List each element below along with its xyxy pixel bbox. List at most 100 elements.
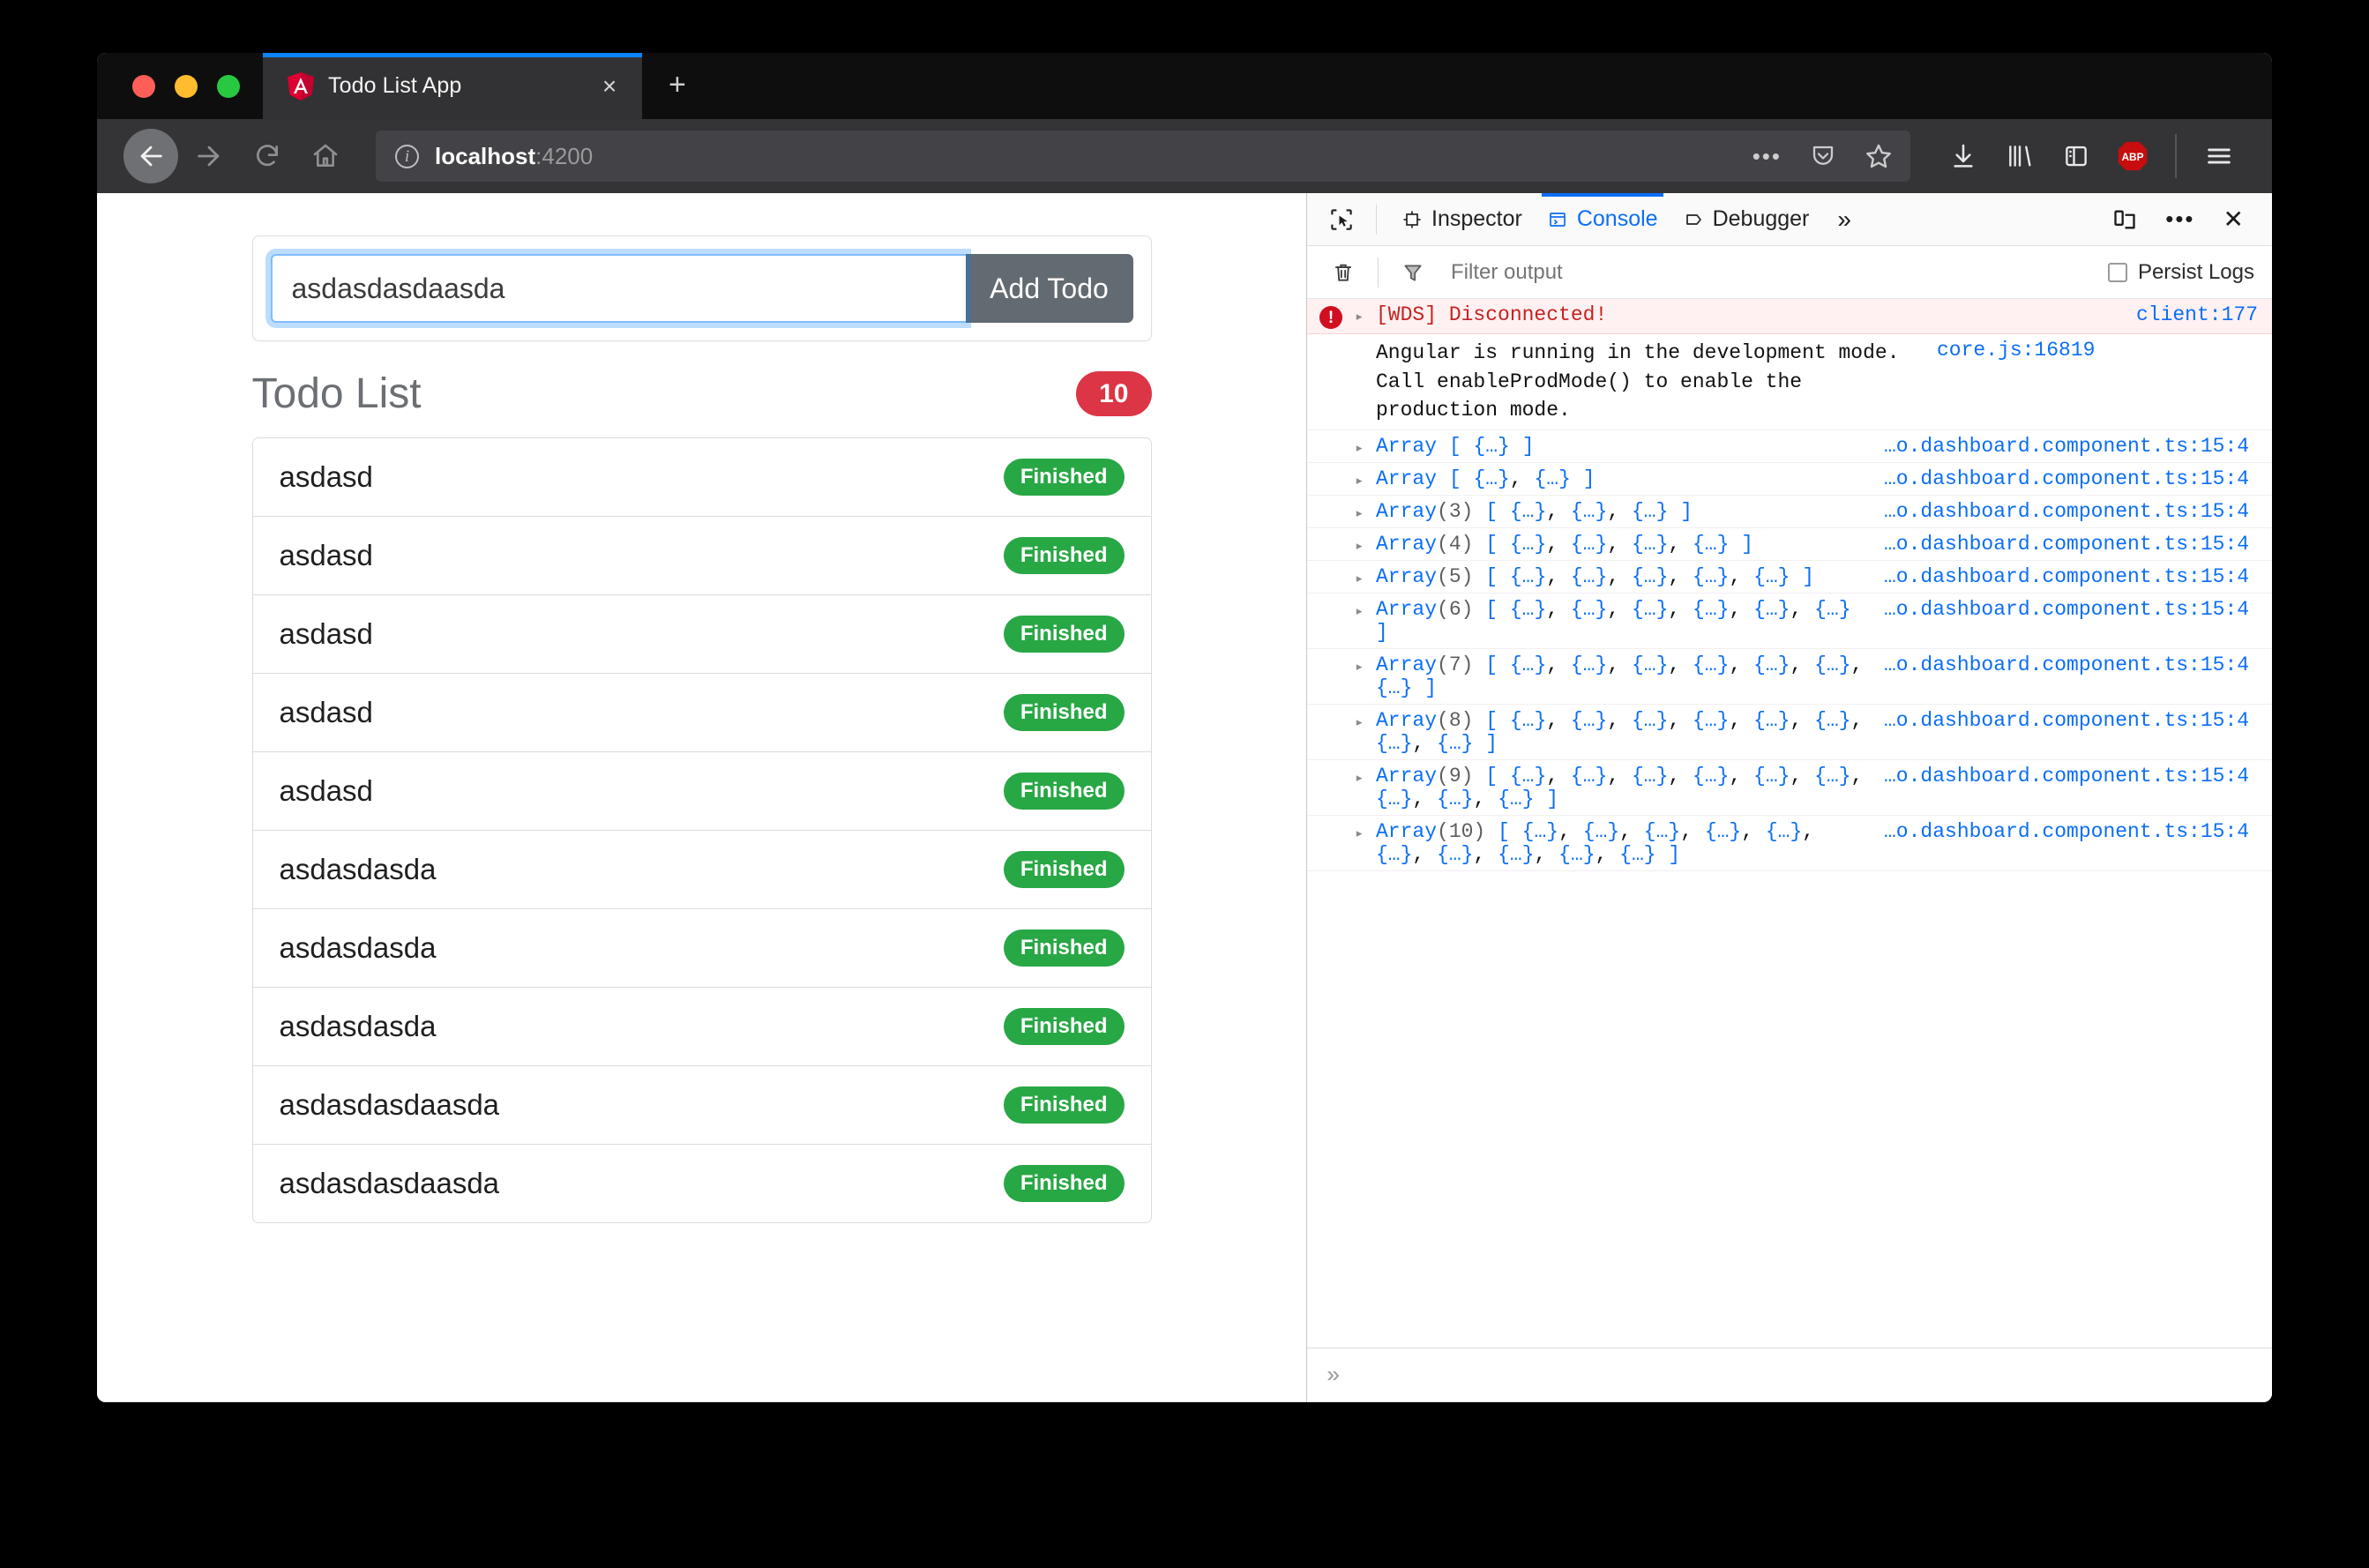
todo-list: asdasd Finished asdasd Finished asdasd Finish… [251,437,1152,1223]
back-arrow-icon[interactable] [123,129,178,183]
devtools-tab-console[interactable]: Console [1535,192,1670,246]
console-log-row[interactable]: ▸ Array(5) [ {…}, {…}, {…}, {…}, {…} ] …o.… [1307,561,2272,594]
maximize-window-button[interactable] [217,75,240,98]
expand-arrow-icon[interactable]: ▸ [1355,435,1376,458]
console-input-prompt[interactable]: » [1307,1348,2272,1402]
library-icon[interactable] [1993,142,2046,170]
star-icon[interactable] [1865,142,1893,170]
trash-icon[interactable] [1321,254,1365,291]
todo-item[interactable]: asdasdasda Finished [251,987,1152,1066]
console-log-source[interactable]: …o.dashboard.component.ts:15:4 [1870,709,2249,732]
element-picker-icon[interactable] [1319,201,1364,238]
console-log-row[interactable]: ▸ Array(10) [ {…}, {…}, {…}, {…}, {…}, {…… [1307,816,2272,871]
todo-status-badge: Finished [1003,1008,1125,1045]
adblock-plus-icon[interactable]: ABP [2106,139,2159,173]
console-log-row[interactable]: ! ▸ [WDS] Disconnected! client:177 [1307,299,2272,334]
todo-text-input[interactable] [270,254,966,323]
console-log-row[interactable]: ▸ Array(9) [ {…}, {…}, {…}, {…}, {…}, {…}… [1307,760,2272,816]
console-log-row[interactable]: ▸ Array(7) [ {…}, {…}, {…}, {…}, {…}, {…}… [1307,649,2272,705]
console-log-spacer [1355,339,1376,343]
console-log-source[interactable]: …o.dashboard.component.ts:15:4 [1870,435,2249,458]
more-tabs-icon[interactable]: » [1825,205,1864,234]
console-log-row[interactable]: ▸ Array(8) [ {…}, {…}, {…}, {…}, {…}, {…}… [1307,705,2272,760]
todo-item[interactable]: asdasd Finished [251,594,1152,674]
sidebar-icon[interactable] [2050,143,2103,169]
add-todo-button[interactable]: Add Todo [965,254,1133,323]
console-log-row[interactable]: ▸ Array [ {…} ] …o.dashboard.component.ts:… [1307,430,2272,463]
persist-logs-toggle[interactable]: Persist Logs [2107,260,2254,285]
expand-arrow-icon[interactable]: ▸ [1355,467,1376,490]
console-log-source[interactable]: …o.dashboard.component.ts:15:4 [1870,598,2249,621]
site-info-icon[interactable]: i [395,144,419,168]
console-log-gutter [1307,533,1355,535]
todo-item[interactable]: asdasdasda Finished [251,908,1152,988]
expand-arrow-icon[interactable]: ▸ [1355,500,1376,523]
todo-item[interactable]: asdasdasdaasda Finished [251,1065,1152,1145]
console-log-gutter [1307,709,1355,712]
todo-item[interactable]: asdasd Finished [251,437,1152,517]
close-tab-button[interactable]: × [596,73,623,99]
todo-item-text: asdasdasda [279,931,437,964]
debugger-icon [1683,209,1704,230]
console-log-row[interactable]: ▸ Array [ {…}, {…} ] …o.dashboard.componen… [1307,463,2272,496]
expand-arrow-icon[interactable]: ▸ [1355,709,1376,732]
todo-item[interactable]: asdasd Finished [251,673,1152,752]
responsive-design-mode-icon[interactable] [2100,207,2149,232]
devtools-meatball-menu-icon[interactable]: ••• [2153,205,2207,233]
minimize-window-button[interactable] [175,75,198,98]
expand-arrow-icon[interactable]: ▸ [1355,765,1376,788]
todo-item-text: asdasdasdaasda [279,1167,500,1199]
console-log-row[interactable]: ▸ Array(3) [ {…}, {…}, {…} ] …o.dashboard.… [1307,496,2272,528]
filter-output-input[interactable] [1439,259,2104,285]
console-log-message: Array(4) [ {…}, {…}, {…}, {…} ] [1376,532,1754,556]
console-output[interactable]: ! ▸ [WDS] Disconnected! client:177 Angular i… [1307,299,2272,1348]
todo-item-text: asdasd [279,539,373,571]
new-tab-button[interactable]: + [642,70,713,119]
console-log-source[interactable]: …o.dashboard.component.ts:15:4 [1870,653,2249,676]
funnel-icon[interactable] [1391,254,1435,291]
url-port: :4200 [535,142,594,169]
expand-arrow-icon[interactable]: ▸ [1355,598,1376,621]
downloads-icon[interactable] [1937,142,1990,170]
close-devtools-icon[interactable]: ✕ [2211,205,2256,234]
expand-arrow-icon[interactable]: ▸ [1355,533,1376,556]
hamburger-menu-icon[interactable] [2193,141,2246,171]
console-log-row[interactable]: ▸ Array(4) [ {…}, {…}, {…}, {…} ] …o.dashb… [1307,528,2272,561]
address-bar[interactable]: i localhost:4200 ••• [376,131,1910,182]
page-actions-icon[interactable]: ••• [1752,143,1782,170]
persist-logs-checkbox[interactable] [2107,262,2127,282]
expand-arrow-icon[interactable]: ▸ [1355,303,1376,326]
expand-arrow-icon[interactable]: ▸ [1355,565,1376,588]
todo-item[interactable]: asdasdasdaasda Finished [251,1144,1152,1223]
console-log-source[interactable]: …o.dashboard.component.ts:15:4 [1870,467,2249,490]
console-log-source[interactable]: …o.dashboard.component.ts:15:4 [1870,765,2249,788]
expand-arrow-icon[interactable]: ▸ [1355,653,1376,676]
todo-status-badge: Finished [1003,459,1125,496]
console-log-source[interactable]: core.js:16819 [1923,339,2095,362]
devtools-tab-debugger[interactable]: Debugger [1670,193,1822,246]
todo-item[interactable]: asdasd Finished [251,516,1152,595]
reload-icon[interactable] [240,129,295,183]
close-window-button[interactable] [132,75,155,98]
devtools-tab-label: Console [1576,206,1658,231]
console-log-gutter [1307,765,1355,767]
console-log-source[interactable]: …o.dashboard.component.ts:15:4 [1870,500,2249,523]
window-traffic-lights [97,75,263,119]
todo-item[interactable]: asdasdasda Finished [251,830,1152,909]
console-log-source[interactable]: …o.dashboard.component.ts:15:4 [1870,820,2249,843]
todo-status-badge: Finished [1003,1165,1125,1202]
forward-arrow-icon[interactable] [182,129,236,183]
console-log-message: Array(8) [ {…}, {…}, {…}, {…}, {…}, {…},… [1376,708,1864,755]
console-log-gutter: ! [1307,303,1355,329]
expand-arrow-icon[interactable]: ▸ [1355,820,1376,843]
pocket-icon[interactable] [1797,143,1849,169]
devtools-tab-inspector[interactable]: Inspector [1389,193,1535,246]
todo-item[interactable]: asdasd Finished [251,751,1152,831]
console-log-row[interactable]: ▸ Array(6) [ {…}, {…}, {…}, {…}, {…}, {…}… [1307,594,2272,649]
console-log-source[interactable]: client:177 [2122,303,2258,326]
console-log-source[interactable]: …o.dashboard.component.ts:15:4 [1870,533,2249,556]
console-log-row[interactable]: Angular is running in the development mo… [1307,334,2272,430]
console-log-source[interactable]: …o.dashboard.component.ts:15:4 [1870,565,2249,588]
home-icon[interactable] [298,129,353,183]
browser-tab-todo-list-app[interactable]: Todo List App × [263,53,642,119]
